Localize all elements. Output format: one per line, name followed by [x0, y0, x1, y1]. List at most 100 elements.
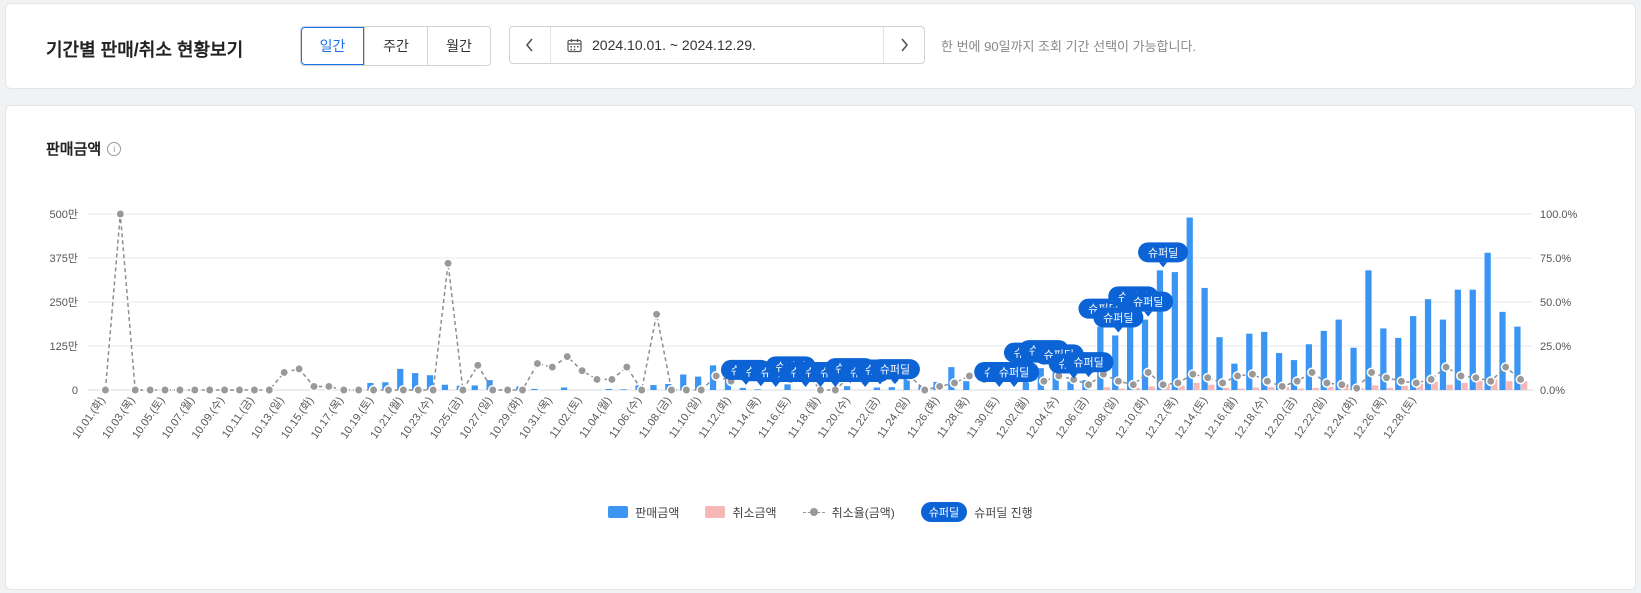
cancel-bar	[1193, 382, 1200, 390]
cancel-rate-point	[174, 385, 185, 395]
superdeal-badge-pointer	[801, 382, 810, 387]
cancel-rate-point	[592, 374, 602, 385]
legend-cancel-swatch	[705, 506, 726, 518]
period-tabs: 일간 주간 월간	[300, 26, 491, 66]
sales-bar	[1156, 270, 1164, 390]
sales-bar	[560, 387, 568, 390]
cancel-rate-point	[309, 381, 319, 392]
y-tick-left: 375만	[50, 252, 78, 265]
cancel-rate-point	[428, 385, 439, 395]
cancel-rate-point	[457, 385, 468, 395]
legend-cancel-label: 취소금액	[732, 505, 777, 520]
superdeal-badge-label: 슈퍼딜	[1133, 296, 1163, 309]
cancel-rate-point	[1456, 370, 1466, 381]
cancel-rate-point	[383, 385, 394, 395]
legend-rate[interactable]: 취소율(금액)	[802, 504, 895, 521]
cancel-rate-point	[294, 363, 305, 374]
cancel-bar	[1208, 384, 1215, 390]
superdeal-badge-pointer	[1010, 382, 1019, 387]
cancel-bar	[1238, 388, 1245, 390]
cancel-bar	[1252, 387, 1260, 390]
cancel-bar	[1103, 387, 1111, 390]
legend-sales-swatch	[608, 506, 629, 518]
cancel-rate-point	[1307, 367, 1317, 378]
sales-bar	[650, 385, 657, 390]
cancel-rate-point	[1128, 379, 1139, 390]
cancel-rate-point	[1396, 376, 1407, 387]
y-tick-right: 25.0%	[1540, 341, 1571, 353]
sales-bar	[843, 386, 851, 390]
sales-bar	[620, 389, 627, 390]
period-hint: 한 번에 90일까지 조회 기간 선택이 가능합니다.	[941, 39, 1197, 54]
cancel-rate-point	[100, 385, 111, 395]
sales-bar	[1335, 319, 1342, 390]
cancel-rate-point	[413, 385, 424, 395]
sales-bar	[441, 384, 449, 390]
date-range-text: 2024.10.01. ~ 2024.12.29.	[592, 37, 756, 53]
cancel-bar	[1312, 387, 1319, 390]
cancel-rate-point	[160, 385, 170, 395]
superdeal-badge-pointer	[876, 379, 885, 385]
sales-bar	[1499, 311, 1506, 390]
prev-period-button[interactable]	[510, 27, 551, 63]
superdeal-badge-pointer	[1114, 327, 1123, 333]
cancel-rate-point	[1426, 374, 1437, 385]
sales-bar	[471, 385, 478, 390]
cancel-rate-point	[1232, 370, 1243, 381]
date-range-picker[interactable]: 2024.10.01. ~ 2024.12.29.	[509, 26, 925, 64]
cancel-rate-point	[964, 370, 975, 381]
calendar-icon	[567, 38, 582, 52]
cancel-rate-point	[1292, 376, 1303, 387]
cancel-rate-point	[696, 385, 707, 395]
y-tick-left: 0	[72, 385, 78, 397]
cancel-bar	[1372, 385, 1379, 390]
superdeal-badge-pointer	[1084, 372, 1093, 378]
cancel-rate-point	[830, 385, 841, 395]
cancel-bar	[1267, 387, 1275, 390]
cancel-rate-point	[1500, 362, 1511, 373]
sales-bar	[963, 381, 970, 390]
cancel-rate-point	[1172, 378, 1183, 388]
cancel-rate-point	[517, 385, 528, 395]
legend-cancel[interactable]: 취소금액	[705, 504, 777, 521]
cancel-rate-point	[666, 385, 677, 395]
cancel-rate-point	[562, 351, 573, 362]
legend-superdeal-label: 슈퍼딜 진행	[974, 505, 1033, 520]
superdeal-badge-label: 슈퍼딜	[1103, 311, 1133, 324]
y-tick-left: 250만	[50, 296, 78, 309]
sales-bar	[531, 388, 538, 390]
cancel-rate-point	[1321, 378, 1332, 388]
cancel-bar	[1506, 381, 1513, 390]
y-tick-right: 0.0%	[1540, 385, 1565, 397]
cancel-bar	[1401, 385, 1409, 390]
cancel-rate-point	[1113, 376, 1124, 387]
date-range-display[interactable]: 2024.10.01. ~ 2024.12.29.	[551, 37, 756, 53]
superdeal-badge-pointer	[1144, 311, 1153, 317]
cancel-rate-point	[1262, 376, 1273, 387]
superdeal-badge[interactable]: 슈퍼딜	[1138, 242, 1189, 268]
cancel-bar	[1386, 387, 1394, 390]
tab-daily[interactable]: 일간	[301, 27, 364, 65]
tab-weekly[interactable]: 주간	[364, 27, 427, 65]
cancel-rate-point	[1381, 372, 1392, 383]
cancel-rate-point	[204, 385, 215, 395]
sales-bar	[1439, 319, 1447, 390]
legend-sales[interactable]: 판매금액	[608, 504, 679, 521]
cancel-rate-point	[1470, 372, 1481, 383]
cancel-rate-point	[1217, 378, 1228, 388]
legend-superdeal-badge: 슈퍼딜	[920, 502, 968, 522]
legend-superdeal[interactable]: 슈퍼딜 슈퍼딜 진행	[920, 502, 1033, 522]
tab-monthly[interactable]: 월간	[427, 27, 490, 65]
y-tick-right: 75.0%	[1540, 253, 1571, 265]
superdeal-badge-pointer	[756, 381, 765, 387]
next-period-button[interactable]	[883, 27, 924, 63]
sales-bar	[1484, 252, 1491, 390]
cancel-rate-point	[1441, 362, 1452, 373]
cancel-rate-point	[443, 258, 454, 269]
cancel-rate-point	[532, 358, 543, 369]
cancel-rate-point	[368, 385, 379, 395]
cancel-rate-point	[1083, 379, 1094, 390]
legend-sales-label: 판매금액	[635, 505, 680, 520]
sales-bar	[1186, 217, 1193, 390]
cancel-rate-point	[1515, 374, 1526, 385]
